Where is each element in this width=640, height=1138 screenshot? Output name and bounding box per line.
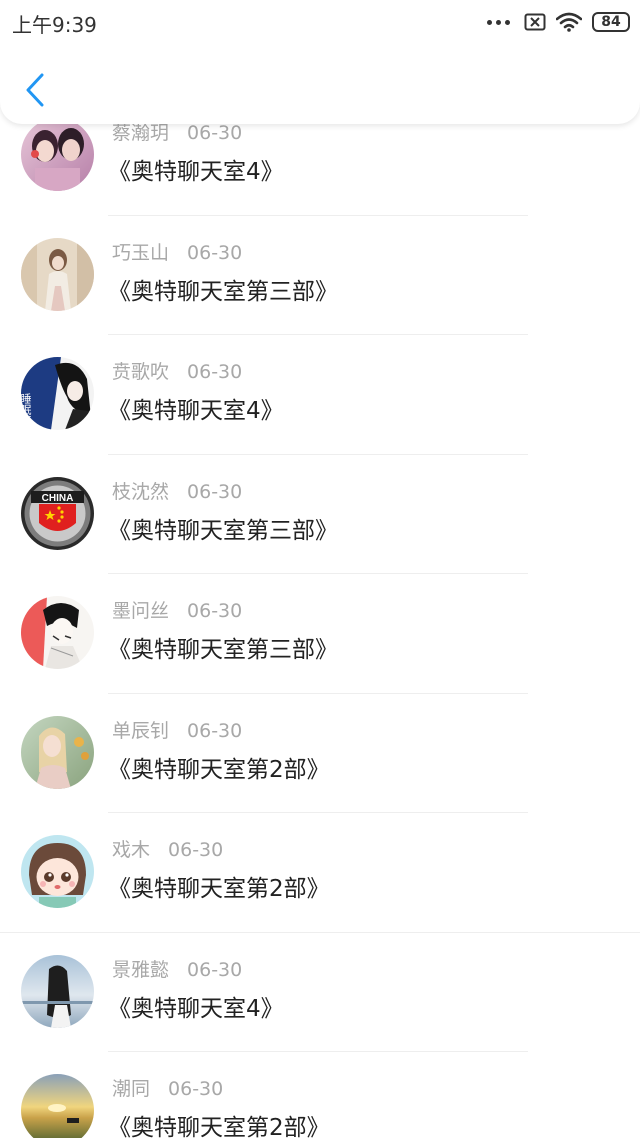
list-item[interactable]: 戏木 06-30 《奥特聊天室第2部》 <box>0 813 640 933</box>
sim-off-icon <box>524 13 546 31</box>
post-date: 06-30 <box>187 719 243 742</box>
item-title[interactable]: 《奥特聊天室第2部》 <box>108 750 330 784</box>
author-name: 枝沈然 <box>112 480 170 503</box>
avatar[interactable] <box>21 237 94 311</box>
post-date: 06-30 <box>187 480 243 503</box>
post-date: 06-30 <box>187 241 243 264</box>
status-icons: 84 <box>487 10 630 34</box>
avatar[interactable] <box>21 715 94 789</box>
post-date: 06-30 <box>187 958 243 981</box>
back-button[interactable] <box>18 70 52 110</box>
chevron-left-icon <box>26 73 44 107</box>
item-meta: 潮同 06-30 <box>112 1074 223 1101</box>
item-title[interactable]: 《奥特聊天室第三部》 <box>108 630 338 664</box>
item-title[interactable]: 《奥特聊天室4》 <box>108 152 284 186</box>
avatar[interactable] <box>21 118 94 191</box>
author-name: 蔡瀚玥 <box>112 122 170 144</box>
avatar-caption: 睡眠不足 <box>21 393 32 430</box>
avatar[interactable]: CHINA <box>21 476 94 550</box>
screen: 上午9:39 84 蔡瀚玥 06-30 《奥特聊天室4》 巧玉山 06-30 《… <box>0 0 640 1138</box>
post-date: 06-30 <box>187 361 243 383</box>
list-item[interactable]: CHINA 枝沈然 06-30 《奥特聊天室第三部》 <box>0 455 640 574</box>
item-meta: 戏木 06-30 <box>112 835 223 862</box>
avatar[interactable] <box>21 835 94 908</box>
top-bar: 上午9:39 84 <box>0 0 640 124</box>
author-name: 墨问丝 <box>112 600 170 622</box>
item-title[interactable]: 《奥特聊天室4》 <box>108 391 284 425</box>
author-name: 戏木 <box>112 839 151 861</box>
list-item[interactable]: 睡眠不足 贲歌吹 06-30 《奥特聊天室4》 <box>0 335 640 455</box>
battery-level: 84 <box>601 14 621 30</box>
wifi-icon <box>556 12 582 32</box>
avatar[interactable]: 睡眠不足 <box>21 357 94 430</box>
author-name: 景雅懿 <box>112 958 170 981</box>
item-meta: 景雅懿 06-30 <box>112 955 242 982</box>
item-title[interactable]: 《奥特聊天室第2部》 <box>108 1108 330 1138</box>
avatar[interactable] <box>21 954 94 1028</box>
list-item[interactable]: 景雅懿 06-30 《奥特聊天室4》 <box>0 933 640 1052</box>
list-item[interactable]: 墨问丝 06-30 《奥特聊天室第三部》 <box>0 574 640 694</box>
battery-indicator: 84 <box>592 12 630 32</box>
post-date: 06-30 <box>168 1078 224 1100</box>
item-title[interactable]: 《奥特聊天室4》 <box>108 989 284 1023</box>
item-title[interactable]: 《奥特聊天室第三部》 <box>108 511 338 545</box>
list-item[interactable]: 单辰钊 06-30 《奥特聊天室第2部》 <box>0 694 640 813</box>
post-date: 06-30 <box>187 600 243 622</box>
status-time: 上午9:39 <box>12 13 97 37</box>
author-name: 巧玉山 <box>112 241 170 264</box>
list-item[interactable]: 巧玉山 06-30 《奥特聊天室第三部》 <box>0 216 640 335</box>
item-meta: 贲歌吹 06-30 <box>112 357 242 384</box>
item-meta: 墨问丝 06-30 <box>112 596 242 623</box>
avatar-caption: CHINA <box>42 493 74 504</box>
author-name: 贲歌吹 <box>112 361 170 383</box>
item-meta: 巧玉山 06-30 <box>112 238 242 265</box>
author-name: 单辰钊 <box>112 719 170 742</box>
comment-list: 蔡瀚玥 06-30 《奥特聊天室4》 巧玉山 06-30 《奥特聊天室第三部》 … <box>0 96 640 1138</box>
author-name: 潮同 <box>112 1078 151 1100</box>
item-title[interactable]: 《奥特聊天室第三部》 <box>108 272 338 306</box>
list-item[interactable]: 潮同 06-30 《奥特聊天室第2部》 <box>0 1052 640 1138</box>
item-title[interactable]: 《奥特聊天室第2部》 <box>108 869 330 903</box>
item-meta: 单辰钊 06-30 <box>112 716 242 743</box>
post-date: 06-30 <box>187 122 243 144</box>
item-meta: 枝沈然 06-30 <box>112 477 242 504</box>
post-date: 06-30 <box>168 839 224 861</box>
avatar[interactable] <box>21 596 94 669</box>
avatar[interactable] <box>21 1074 94 1138</box>
more-dots-icon <box>487 19 510 25</box>
status-bar: 上午9:39 84 <box>0 0 640 44</box>
